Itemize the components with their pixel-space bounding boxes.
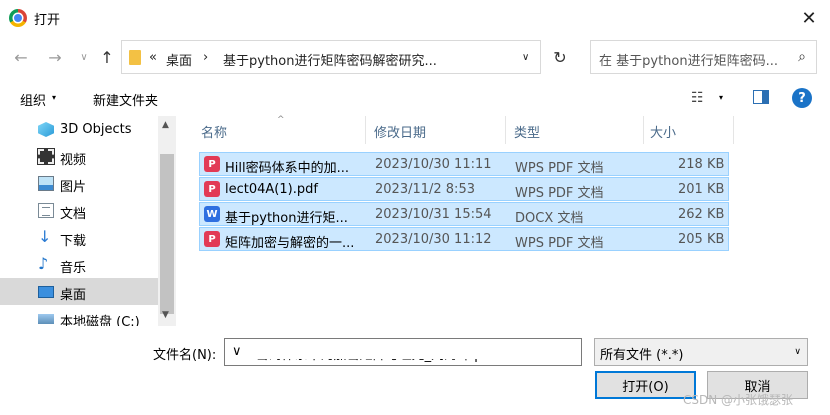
search-placeholder: 在 基于python进行矩阵密码... — [599, 54, 779, 69]
file-size: 218 KB — [678, 157, 725, 172]
disk-icon — [38, 314, 54, 324]
refresh-button[interactable]: ↻ — [542, 40, 578, 74]
preview-pane-icon[interactable] — [753, 90, 769, 104]
new-folder-button[interactable]: 新建文件夹 — [93, 90, 158, 109]
window-title: 打开 — [34, 13, 61, 28]
file-row[interactable]: P Hill密码体系中的加... 2023/10/30 11:11 WPS PD… — [199, 152, 729, 176]
sidebar-item-3d-objects[interactable]: 3D Objects — [0, 116, 158, 143]
file-type-filter[interactable]: 所有文件 (*.*) ∨ — [594, 338, 808, 366]
file-size: 205 KB — [678, 232, 725, 247]
filename-label: 文件名(N): — [153, 348, 217, 363]
sidebar-item-label: 文档 — [60, 207, 87, 222]
up-button[interactable]: ↑ — [96, 46, 118, 68]
sidebar-item-label: 视频 — [60, 153, 87, 168]
sidebar-item-pictures[interactable]: 图片 — [0, 170, 158, 197]
word-file-icon: W — [204, 206, 220, 222]
file-date: 2023/10/30 11:12 — [375, 232, 492, 247]
file-size: 201 KB — [678, 182, 725, 197]
sidebar-item-videos[interactable]: 视频 — [0, 143, 158, 170]
sidebar-scrollbar[interactable]: ▲ ▼ — [158, 116, 176, 326]
file-type: DOCX 文档 — [515, 211, 584, 226]
column-divider[interactable] — [505, 116, 506, 144]
downloads-icon: ↓ — [38, 227, 52, 246]
column-header-name[interactable]: 名称 — [201, 116, 227, 144]
navigation-bar: ← → ∨ ↑ « 桌面 › 基于python进行矩阵密码解密研究... ∨ ↻… — [0, 36, 830, 78]
forward-button[interactable]: → — [44, 46, 66, 68]
sidebar-item-documents[interactable]: 文档 — [0, 197, 158, 224]
file-type: WPS PDF 文档 — [515, 186, 604, 201]
3d-objects-icon — [38, 122, 54, 137]
sidebar-item-label: 3D Objects — [60, 122, 132, 137]
chevron-down-icon[interactable]: ∨ — [229, 344, 579, 359]
recent-locations-dropdown[interactable]: ∨ — [73, 46, 95, 68]
view-options-icon[interactable]: ☷ — [691, 90, 704, 106]
file-row[interactable]: P 矩阵加密与解密的一... 2023/10/30 11:12 WPS PDF … — [199, 227, 729, 251]
pdf-file-icon: P — [204, 156, 220, 172]
address-bar[interactable]: « 桌面 › 基于python进行矩阵密码解密研究... ∨ — [121, 40, 541, 74]
address-separator[interactable]: › — [203, 50, 208, 65]
file-name: 矩阵加密与解密的一... — [225, 236, 355, 251]
scrollbar-thumb[interactable] — [160, 154, 174, 314]
organize-dropdown-icon[interactable]: ▾ — [52, 93, 56, 102]
file-date: 2023/11/2 8:53 — [375, 182, 475, 197]
open-button[interactable]: 打开(O) — [595, 371, 696, 399]
column-divider[interactable] — [733, 116, 734, 144]
desktop-icon — [38, 286, 54, 298]
watermark: CSDN @小张饿瑟张 — [683, 393, 794, 407]
file-type: WPS PDF 文档 — [515, 161, 604, 176]
sidebar-item-downloads[interactable]: ↓ 下载 — [0, 224, 158, 251]
pictures-icon — [38, 176, 54, 191]
sidebar-item-label: 图片 — [60, 180, 87, 195]
file-type: WPS PDF 文档 — [515, 236, 604, 251]
filename-input[interactable]: "Hill密码体系中的加密矩阵与哑元_刘海峰.pdf" "lect04 ∨ — [224, 338, 582, 366]
address-dropdown-button[interactable]: ∨ — [522, 52, 529, 63]
video-icon — [37, 148, 55, 165]
file-name: Hill密码体系中的加... — [225, 161, 350, 176]
scroll-up-icon[interactable]: ▲ — [162, 120, 169, 130]
file-name: 基于python进行矩... — [225, 211, 348, 226]
title-bar: 打开 ✕ — [0, 0, 830, 36]
address-overflow-chevron[interactable]: « — [149, 50, 157, 65]
chrome-icon — [9, 9, 27, 27]
sidebar-item-label: 音乐 — [60, 261, 87, 276]
sidebar-item-desktop[interactable]: 桌面 — [0, 278, 158, 305]
column-header-date[interactable]: 修改日期 — [374, 116, 426, 144]
sort-ascending-icon: ^ — [277, 115, 285, 125]
column-divider[interactable] — [643, 116, 644, 144]
command-toolbar: 组织 ▾ 新建文件夹 ☷ ▾ ? — [0, 84, 830, 112]
chevron-down-icon[interactable]: ∨ — [794, 347, 801, 357]
file-size: 262 KB — [678, 207, 725, 222]
sidebar-item-music[interactable]: ♪ 音乐 — [0, 251, 158, 278]
sidebar-item-local-disk[interactable]: 本地磁盘 (C:) — [0, 305, 158, 326]
address-segment-desktop[interactable]: 桌面 — [166, 50, 192, 69]
close-button[interactable]: ✕ — [788, 0, 830, 36]
file-name: lect04A(1).pdf — [225, 182, 318, 197]
column-header-size[interactable]: 大小 — [650, 116, 676, 144]
filter-value: 所有文件 (*.*) — [600, 348, 684, 363]
file-row[interactable]: P lect04A(1).pdf 2023/11/2 8:53 WPS PDF … — [199, 177, 729, 201]
address-segment-folder[interactable]: 基于python进行矩阵密码解密研究... — [223, 50, 437, 69]
scroll-down-icon[interactable]: ▼ — [162, 310, 169, 320]
view-dropdown-icon[interactable]: ▾ — [719, 93, 723, 102]
documents-icon — [38, 203, 54, 218]
help-icon[interactable]: ? — [792, 88, 812, 108]
pdf-file-icon: P — [204, 231, 220, 247]
pdf-file-icon: P — [204, 181, 220, 197]
sidebar-item-label: 下载 — [60, 234, 87, 249]
music-icon: ♪ — [38, 254, 49, 273]
file-date: 2023/10/30 11:11 — [375, 157, 492, 172]
column-divider[interactable] — [365, 116, 366, 144]
folder-icon — [129, 50, 141, 65]
file-row[interactable]: W 基于python进行矩... 2023/10/31 15:54 DOCX 文… — [199, 202, 729, 226]
search-icon[interactable]: ⌕ — [798, 49, 806, 65]
organize-button[interactable]: 组织 — [20, 90, 46, 109]
search-input[interactable]: 在 基于python进行矩阵密码... ⌕ — [590, 40, 817, 74]
column-header-type[interactable]: 类型 — [514, 116, 540, 144]
file-list: 名称 ^ 修改日期 类型 大小 P Hill密码体系中的加... 2023/10… — [183, 115, 828, 326]
back-button[interactable]: ← — [10, 46, 32, 68]
navigation-pane: 3D Objects 视频 图片 文档 ↓ 下载 ♪ 音乐 桌面 本地磁盘 (C… — [0, 116, 178, 326]
sidebar-item-label: 本地磁盘 (C:) — [60, 315, 140, 326]
sidebar-item-label: 桌面 — [60, 288, 87, 303]
file-date: 2023/10/31 15:54 — [375, 207, 492, 222]
